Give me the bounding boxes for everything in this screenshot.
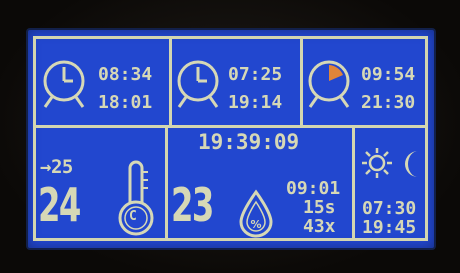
water-drop-icon: % — [239, 189, 273, 238]
sunset-time: 19:45 — [362, 217, 417, 238]
alarm-clock-icon — [177, 60, 219, 108]
alarm-2-time-2: 19:14 — [228, 92, 283, 113]
humidity-value: 23 — [171, 178, 214, 232]
target-temperature: →25 — [40, 156, 73, 178]
alarm-1-time-2: 18:01 — [98, 92, 153, 113]
thermometer-icon — [118, 160, 154, 236]
alarm-2-time-1: 07:25 — [228, 64, 283, 85]
alarm-1-time-1: 08:34 — [98, 64, 153, 85]
temperature-unit: C — [129, 209, 137, 224]
current-temperature: 24 — [38, 178, 81, 232]
timer-clock-icon — [308, 60, 350, 108]
moon-icon — [405, 151, 418, 177]
sun-icon — [362, 148, 392, 178]
center-count: 43x — [303, 216, 336, 237]
alarm-3-time-2: 21:30 — [361, 92, 416, 113]
svg-text:%: % — [250, 218, 261, 231]
alarm-clock-icon — [43, 60, 85, 108]
lcd-screen: 08:34 18:01 07:25 19:14 09:54 21:30 →25 … — [28, 30, 434, 248]
main-clock: 19:39:09 — [198, 130, 300, 154]
alarm-3-time-1: 09:54 — [361, 64, 416, 85]
center-seconds: 15s — [303, 197, 336, 218]
center-time: 09:01 — [286, 178, 341, 199]
sunrise-time: 07:30 — [362, 198, 417, 219]
